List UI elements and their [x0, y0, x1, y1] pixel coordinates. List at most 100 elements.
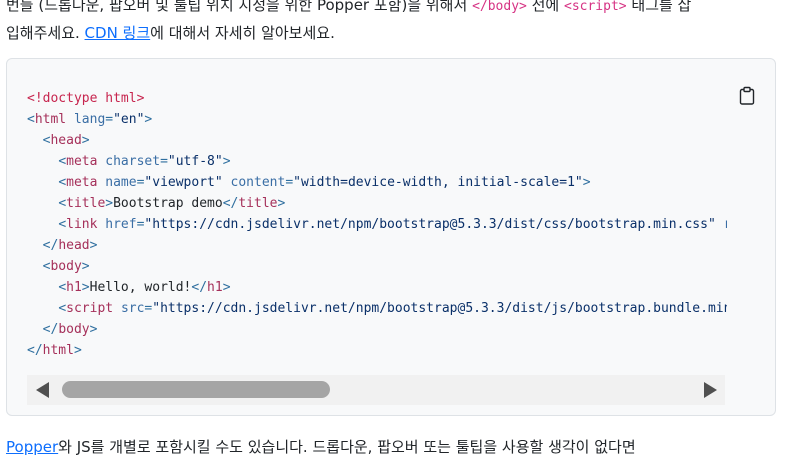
code-token: >	[81, 133, 90, 148]
code-token: html	[34, 112, 67, 127]
code-token: <	[58, 154, 67, 169]
code-token: content	[230, 175, 286, 190]
code-line: <!doctype html>	[27, 88, 727, 109]
code-token: head	[50, 133, 82, 148]
code-token: =	[160, 154, 168, 169]
code-token: charset	[105, 154, 161, 169]
intro-text-2: 전에	[526, 0, 564, 14]
code-token: title	[66, 196, 106, 211]
code-token: >	[582, 175, 591, 190]
code-token: </	[42, 238, 59, 253]
code-line: <head>	[27, 130, 727, 151]
arrow-right-icon[interactable]	[704, 382, 717, 398]
code-token: "https://cdn.jsdelivr.net/npm/bootstrap@…	[152, 301, 727, 316]
code-token: meta	[66, 175, 98, 190]
code-token: html	[42, 343, 74, 358]
code-token: >	[222, 280, 231, 295]
code-line: </html>	[27, 340, 727, 361]
code-token: link	[66, 217, 98, 232]
code-line: <meta charset="utf-8">	[27, 151, 727, 172]
code-token: >	[105, 196, 114, 211]
horizontal-scrollbar[interactable]	[27, 375, 725, 405]
inline-code-body: </body>	[472, 0, 527, 14]
code-line: <meta name="viewport" content="width=dev…	[27, 172, 727, 193]
code-token: meta	[66, 154, 98, 169]
code-token: =	[105, 112, 114, 127]
code-token: body	[58, 322, 90, 337]
code-token: >	[81, 259, 90, 274]
code-token: "https://cdn.jsdelivr.net/npm/bootstrap@…	[144, 217, 716, 232]
code-token: re	[724, 217, 727, 232]
cdn-link[interactable]: CDN 링크	[85, 24, 151, 42]
code-token: "width=device-width, initial-scale=1"	[293, 175, 583, 190]
code-token: h1	[207, 280, 223, 295]
intro-text-4: 입해주세요.	[6, 24, 85, 42]
scrollbar-thumb[interactable]	[62, 381, 330, 398]
code-token: title	[238, 196, 278, 211]
code-token: "utf-8"	[167, 154, 223, 169]
code-token: </	[191, 280, 208, 295]
code-line: <title>Bootstrap demo</title>	[27, 193, 727, 214]
code-token: >	[89, 238, 98, 253]
code-token: Bootstrap demo	[113, 196, 223, 211]
code-token: <!doctype html>	[27, 91, 145, 106]
intro-text-3: 태그를 삽	[626, 0, 692, 14]
code-line: <h1>Hello, world!</h1>	[27, 277, 727, 298]
code-line: <html lang="en">	[27, 109, 727, 130]
intro-text-1: 번들 (드롭다운, 팝오버 및 툴팁 위치 지정을 위한 Popper 포함)을…	[6, 0, 473, 14]
code-line: <script src="https://cdn.jsdelivr.net/np…	[27, 298, 727, 319]
code-token: >	[81, 280, 90, 295]
outro-text: 와 JS를 개별로 포함시킬 수도 있습니다. 드롭다운, 팝오버 또는 툴팁을…	[58, 438, 636, 456]
code-token: <	[58, 280, 67, 295]
code-token: </	[222, 196, 239, 211]
code-token: <	[58, 196, 67, 211]
code-token: >	[73, 343, 82, 358]
code-token: h1	[66, 280, 82, 295]
popper-link[interactable]: Popper	[6, 438, 58, 456]
code-token: </	[42, 322, 59, 337]
code-token: script	[66, 301, 114, 316]
code-token: src	[120, 301, 145, 316]
arrow-left-icon[interactable]	[36, 382, 49, 398]
code-viewport[interactable]: <!doctype html> <html lang="en"> <head> <…	[27, 88, 727, 368]
code-token: href	[105, 217, 137, 232]
code-token: name	[105, 175, 137, 190]
code-line: <body>	[27, 256, 727, 277]
code-token: >	[277, 196, 286, 211]
copy-button[interactable]	[737, 86, 757, 106]
code-token: >	[144, 112, 153, 127]
code-token: <	[58, 175, 67, 190]
code-listing: <!doctype html> <html lang="en"> <head> <…	[27, 88, 727, 361]
code-token: "en"	[113, 112, 145, 127]
code-token: "viewport"	[144, 175, 223, 190]
code-token: body	[50, 259, 82, 274]
code-token: >	[222, 154, 231, 169]
outro-paragraph: Popper와 JS를 개별로 포함시킬 수도 있습니다. 드롭다운, 팝오버 …	[6, 434, 788, 460]
code-line: <link href="https://cdn.jsdelivr.net/npm…	[27, 214, 727, 235]
code-token: <	[58, 217, 67, 232]
code-token: head	[58, 238, 90, 253]
code-example-block: <!doctype html> <html lang="en"> <head> <…	[6, 58, 776, 416]
code-token: =	[285, 175, 294, 190]
code-token: <	[58, 301, 67, 316]
inline-code-script: <script>	[564, 0, 627, 14]
code-line: </head>	[27, 235, 727, 256]
code-token: >	[89, 322, 98, 337]
code-token: <	[27, 112, 35, 127]
intro-text-5: 에 대해서 자세히 알아보세요.	[150, 24, 335, 42]
code-token: </	[27, 343, 43, 358]
code-token: Hello, world!	[89, 280, 192, 295]
